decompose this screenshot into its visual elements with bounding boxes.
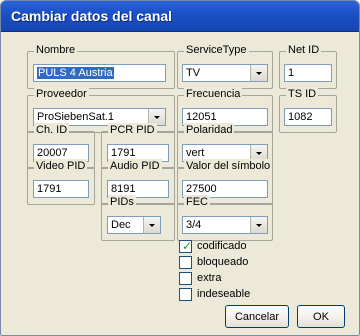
ts-id-input[interactable]: 1082 — [284, 108, 332, 126]
checkbox-box[interactable]: ✓ — [179, 239, 193, 253]
video-pid-group: Video PID 1791 — [27, 159, 95, 205]
dialog-window: Cambiar datos del canal Nombre PULS 4 Au… — [0, 0, 360, 336]
ts-id-label: TS ID — [286, 87, 319, 101]
polaridad-label: Polaridad — [184, 123, 235, 137]
audio-pid-label: Audio PID — [108, 159, 162, 173]
service-type-label: ServiceType — [184, 43, 249, 57]
valor-simbolo-label: Valor del símbolo — [184, 159, 273, 173]
fec-value: 3/4 — [186, 219, 202, 231]
valor-simbolo-value: 27500 — [186, 183, 217, 195]
fec-group: FEC 3/4 — [177, 195, 273, 241]
chevron-down-icon[interactable] — [250, 217, 267, 233]
cancel-button[interactable]: Cancelar — [225, 305, 289, 328]
check-mark-icon: ✓ — [182, 239, 193, 253]
frecuencia-value: 12051 — [186, 111, 217, 123]
ts-id-group: TS ID 1082 — [279, 87, 337, 133]
indeseable-checkbox[interactable]: indeseable — [179, 287, 269, 301]
proveedor-value: ProSiebenSat.1 — [37, 111, 115, 123]
net-id-group: Net ID 1 — [279, 43, 337, 89]
pids-select[interactable]: Dec — [107, 216, 161, 234]
ch-id-value: 20007 — [37, 147, 68, 159]
video-pid-label: Video PID — [34, 159, 88, 173]
video-pid-value: 1791 — [37, 183, 62, 195]
codificado-checkbox[interactable]: ✓ codificado — [179, 239, 269, 253]
nombre-value: PULS 4 Austria — [37, 67, 114, 79]
nombre-group: Nombre PULS 4 Austria — [27, 43, 175, 89]
service-type-select[interactable]: TV — [182, 64, 268, 82]
audio-pid-value: 8191 — [111, 183, 136, 195]
chevron-down-icon[interactable] — [143, 217, 160, 233]
ok-button[interactable]: OK — [297, 305, 345, 328]
pcr-pid-value: 1791 — [111, 147, 136, 159]
fec-select[interactable]: 3/4 — [182, 216, 268, 234]
checkbox-box[interactable] — [179, 256, 192, 269]
checkbox-box[interactable] — [179, 288, 192, 301]
extra-label: extra — [197, 272, 222, 284]
nombre-label: Nombre — [34, 43, 78, 57]
codificado-label: codificado — [197, 240, 247, 252]
video-pid-input[interactable]: 1791 — [33, 180, 89, 198]
polaridad-value: vert — [186, 147, 205, 159]
title-bar[interactable]: Cambiar datos del canal — [1, 1, 359, 32]
extra-checkbox[interactable]: extra — [179, 271, 269, 285]
indeseable-label: indeseable — [197, 288, 251, 300]
net-id-label: Net ID — [286, 43, 322, 57]
dialog-content: Nombre PULS 4 Austria ServiceType TV Net… — [1, 32, 359, 335]
frecuencia-label: Frecuencia — [184, 87, 243, 101]
nombre-input[interactable]: PULS 4 Austria — [33, 64, 166, 82]
fec-label: FEC — [184, 195, 210, 209]
pids-label: PIDs — [108, 195, 136, 209]
service-type-value: TV — [186, 67, 201, 79]
ts-id-value: 1082 — [288, 111, 313, 123]
pids-group: PIDs Dec — [101, 195, 175, 241]
dialog-title: Cambiar datos del canal — [11, 8, 173, 24]
pcr-pid-label: PCR PID — [108, 123, 157, 137]
net-id-input[interactable]: 1 — [284, 64, 332, 82]
bloqueado-checkbox[interactable]: bloqueado — [179, 255, 269, 269]
ch-id-label: Ch. ID — [34, 123, 70, 137]
pids-value: Dec — [111, 219, 131, 231]
chevron-down-icon[interactable] — [250, 65, 267, 81]
checkbox-box[interactable] — [179, 272, 192, 285]
net-id-value: 1 — [288, 67, 295, 79]
service-type-group: ServiceType TV — [177, 43, 273, 89]
bloqueado-label: bloqueado — [197, 256, 249, 268]
proveedor-label: Proveedor — [34, 87, 89, 101]
